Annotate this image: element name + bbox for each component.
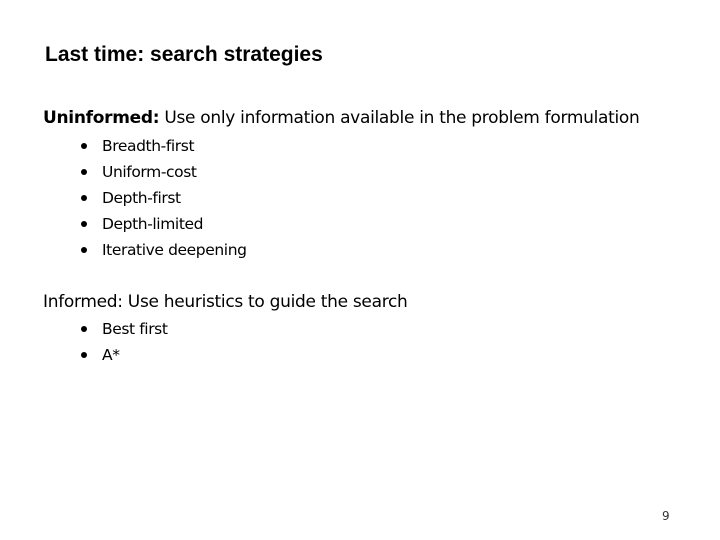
list-item-label: A* xyxy=(102,346,120,364)
list-item-label: Breadth-first xyxy=(102,137,195,155)
bullet-icon xyxy=(81,221,87,227)
list-item-label: Depth-limited xyxy=(102,215,204,233)
section-term: Uninformed: xyxy=(43,108,160,128)
bullet-icon xyxy=(81,326,87,332)
page-number: 9 xyxy=(662,509,670,523)
list-item-label: Best first xyxy=(102,320,168,338)
bullet-icon xyxy=(81,195,87,201)
list-item-label: Depth-first xyxy=(102,189,181,207)
list-item-label: Iterative deepening xyxy=(102,241,247,259)
section-heading-uninformed: Uninformed: Use only information availab… xyxy=(43,107,640,129)
bullet-icon xyxy=(81,247,87,253)
bullet-icon xyxy=(81,143,87,149)
list-item-label: Uniform-cost xyxy=(102,163,197,181)
section-term: Informed: xyxy=(43,292,123,312)
section-description: Use only information available in the pr… xyxy=(159,108,640,128)
section-description: Use heuristics to guide the search xyxy=(122,292,408,312)
slide-title: Last time: search strategies xyxy=(45,43,323,66)
section-heading-informed: Informed: Use heuristics to guide the se… xyxy=(43,291,408,313)
bullet-icon xyxy=(81,352,87,358)
bullet-icon xyxy=(81,169,87,175)
